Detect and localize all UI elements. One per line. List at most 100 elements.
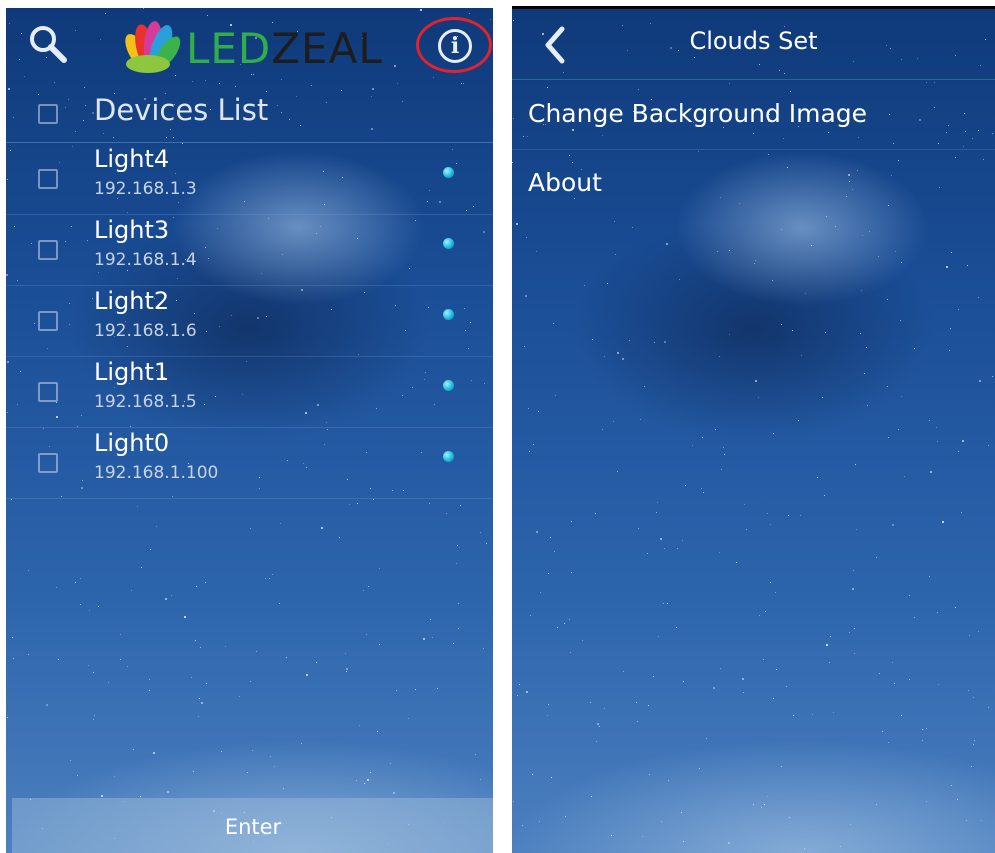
star: [379, 568, 380, 569]
star: [656, 512, 657, 513]
star: [239, 696, 240, 697]
star: [661, 821, 662, 822]
page-title: Clouds Set: [689, 27, 818, 55]
star: [856, 529, 857, 530]
online-dot-icon: [443, 380, 454, 391]
star: [789, 817, 790, 818]
star: [660, 538, 662, 540]
device-row[interactable]: Light2 192.168.1.6: [6, 286, 493, 357]
star: [538, 411, 539, 412]
star: [457, 545, 458, 546]
star: [676, 627, 677, 628]
star: [713, 687, 715, 689]
star: [321, 527, 323, 529]
star: [681, 812, 682, 813]
star: [280, 523, 281, 524]
star: [171, 595, 172, 596]
star: [677, 548, 678, 549]
star: [776, 669, 777, 670]
star: [196, 586, 197, 587]
star: [554, 551, 555, 552]
star: [137, 506, 138, 507]
settings-header: Clouds Set: [512, 9, 995, 80]
star: [480, 532, 481, 533]
star: [349, 504, 350, 505]
star: [156, 526, 157, 527]
star: [788, 515, 789, 516]
device-checkbox[interactable]: [38, 169, 58, 189]
star: [829, 662, 830, 663]
star: [368, 586, 369, 587]
star: [167, 791, 169, 793]
star: [131, 590, 132, 591]
menu-item-about[interactable]: About: [512, 150, 995, 218]
enter-button[interactable]: Enter: [12, 798, 493, 853]
star: [571, 521, 572, 522]
star: [397, 83, 398, 84]
star: [770, 524, 771, 525]
star: [528, 408, 529, 409]
star: [835, 226, 836, 227]
star: [602, 429, 603, 430]
star: [754, 263, 755, 264]
device-checkbox[interactable]: [38, 382, 58, 402]
star: [922, 729, 923, 730]
star: [205, 582, 206, 583]
star: [876, 804, 877, 805]
star: [80, 604, 81, 605]
star: [981, 820, 982, 821]
star: [364, 783, 365, 784]
star: [532, 774, 533, 775]
star: [201, 702, 203, 704]
star: [316, 662, 317, 663]
star: [591, 796, 592, 797]
device-checkbox[interactable]: [38, 311, 58, 331]
star: [692, 445, 693, 446]
star: [936, 427, 937, 428]
device-row[interactable]: Light4 192.168.1.3: [6, 144, 493, 215]
star: [274, 766, 275, 767]
star: [979, 380, 981, 382]
star: [75, 582, 76, 583]
star: [165, 598, 167, 600]
star: [108, 682, 109, 683]
star: [101, 795, 103, 797]
device-checkbox[interactable]: [38, 453, 58, 473]
info-button[interactable]: i: [416, 17, 493, 77]
star: [379, 644, 380, 645]
select-all-checkbox[interactable]: [38, 104, 58, 124]
device-name: Light2: [94, 287, 170, 315]
star: [133, 749, 134, 750]
search-icon[interactable]: [26, 22, 70, 66]
star: [855, 464, 856, 465]
device-row[interactable]: Light0 192.168.1.100: [6, 428, 493, 499]
star: [969, 635, 970, 636]
star: [887, 386, 888, 387]
device-checkbox[interactable]: [38, 240, 58, 260]
star: [539, 821, 540, 822]
star: [120, 659, 121, 660]
star: [744, 504, 745, 505]
star: [653, 676, 654, 677]
device-row[interactable]: Light3 192.168.1.4: [6, 215, 493, 286]
menu-item-change-background[interactable]: Change Background Image: [512, 81, 995, 150]
logo-text-zeal: ZEAL: [271, 24, 383, 73]
star: [854, 653, 855, 654]
star: [301, 743, 302, 744]
star: [664, 548, 665, 549]
star: [826, 644, 828, 646]
star: [949, 350, 950, 351]
star: [867, 405, 868, 406]
star: [761, 807, 762, 808]
star: [909, 595, 910, 596]
star: [366, 634, 367, 635]
star: [524, 346, 525, 347]
device-row[interactable]: Light1 192.168.1.5: [6, 357, 493, 428]
star: [805, 293, 806, 294]
star: [596, 741, 597, 742]
star: [460, 505, 461, 506]
star: [582, 640, 583, 641]
star: [914, 617, 915, 618]
star: [719, 356, 720, 357]
star: [649, 774, 650, 775]
